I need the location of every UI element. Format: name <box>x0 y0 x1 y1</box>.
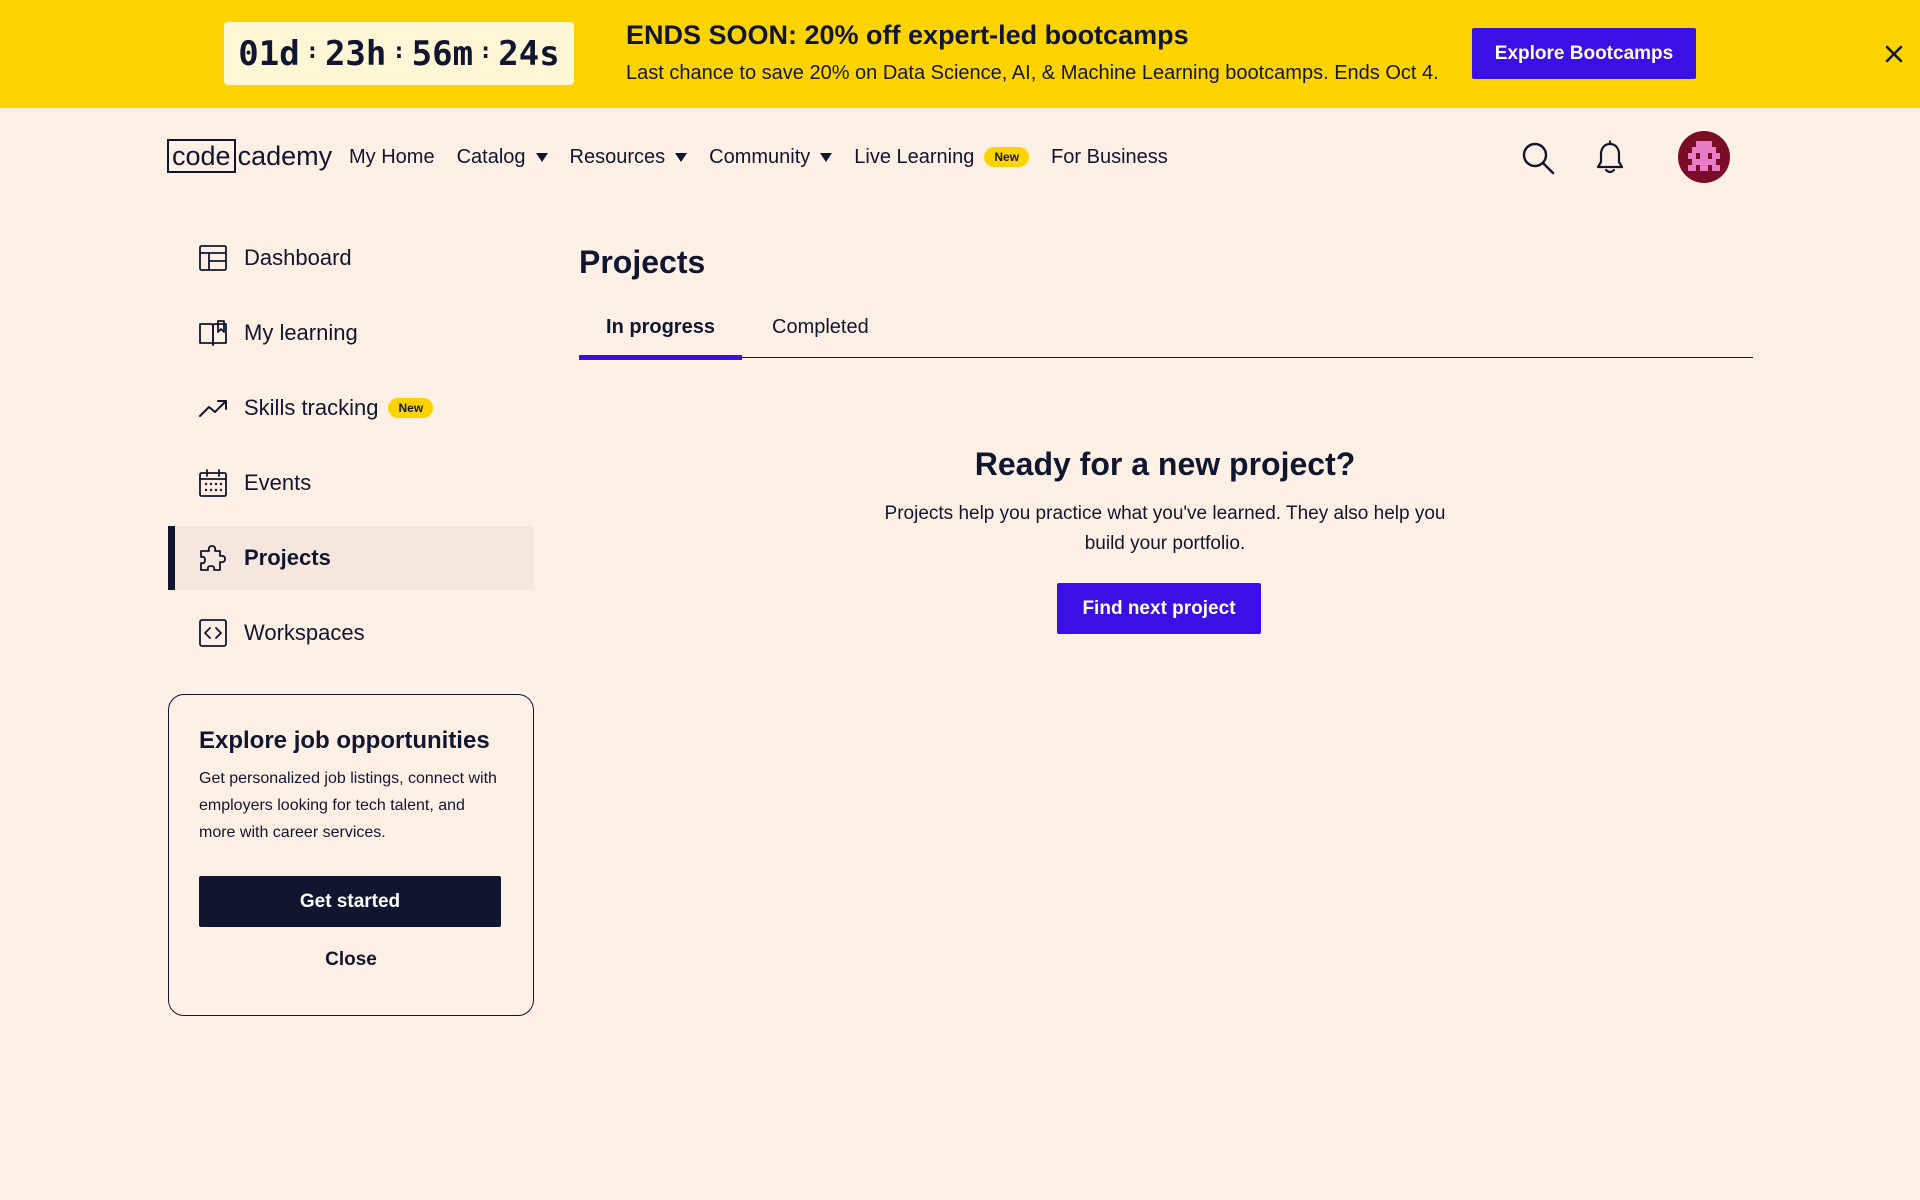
banner-subtitle: Last chance to save 20% on Data Science,… <box>626 62 1439 84</box>
sidebar-item-label: Projects <box>244 545 331 570</box>
sidebar-item-my-learning[interactable]: My learning <box>168 301 534 365</box>
pixel-avatar-icon <box>1688 141 1720 171</box>
caret-down-icon <box>820 152 833 162</box>
dashboard-icon <box>199 245 227 271</box>
page-title: Projects <box>579 244 706 280</box>
trending-up-icon <box>199 400 227 417</box>
puzzle-icon <box>200 545 226 571</box>
countdown-hours: 23h <box>324 33 387 74</box>
job-card-close-button[interactable]: Close <box>199 949 503 971</box>
sidebar: Dashboard My learning Skills tracking Ne… <box>168 226 534 676</box>
get-started-button[interactable]: Get started <box>199 876 501 927</box>
empty-state-title: Ready for a new project? <box>974 446 1356 482</box>
sidebar-item-events[interactable]: Events <box>168 451 534 515</box>
nav-label: My Home <box>349 145 435 168</box>
nav-label: Catalog <box>456 145 526 168</box>
sidebar-item-projects[interactable]: Projects <box>168 526 534 590</box>
nav-my-home[interactable]: My Home <box>349 146 435 169</box>
empty-state: Ready for a new project? Projects help y… <box>870 446 1460 634</box>
close-icon[interactable] <box>1880 40 1908 68</box>
countdown-days: 01d <box>238 33 300 74</box>
bell-icon[interactable] <box>1594 140 1626 176</box>
countdown-minutes: 56m <box>411 33 474 74</box>
job-card-title: Explore job opportunities <box>199 727 490 754</box>
nav-for-business[interactable]: For Business <box>1051 146 1168 169</box>
sidebar-item-dashboard[interactable]: Dashboard <box>168 226 534 290</box>
code-icon <box>199 619 227 647</box>
nav-label: Resources <box>569 145 666 168</box>
main-nav: My Home Catalog Resources Community Live… <box>349 140 1190 174</box>
logo-boxed-text: code <box>167 139 236 173</box>
nav-label: Live Learning <box>854 145 975 168</box>
job-opportunities-card: Explore job opportunities Get personaliz… <box>168 694 534 1016</box>
caret-down-icon <box>535 152 548 162</box>
sidebar-item-skills-tracking[interactable]: Skills tracking New <box>168 376 534 440</box>
sidebar-item-label: My learning <box>244 320 358 345</box>
nav-community[interactable]: Community <box>709 145 833 169</box>
codecademy-logo[interactable]: code cademy <box>167 138 332 174</box>
countdown-separator: : <box>479 39 493 64</box>
nav-resources[interactable]: Resources <box>570 146 688 169</box>
banner-title: ENDS SOON: 20% off expert-led bootcamps <box>626 20 1189 50</box>
search-icon[interactable] <box>1520 140 1556 176</box>
job-card-body: Get personalized job listings, connect w… <box>199 770 497 841</box>
new-badge: New <box>984 147 1030 167</box>
nav-label: Community <box>709 145 811 168</box>
countdown-separator: : <box>305 39 319 64</box>
sidebar-item-label: Skills tracking <box>244 395 379 420</box>
countdown-separator: : <box>392 39 406 64</box>
new-badge: New <box>388 398 434 418</box>
book-icon <box>199 320 227 346</box>
countdown-seconds: 24s <box>498 33 560 74</box>
promo-banner: 01d : 23h : 56m : 24s ENDS SOON: 20% off… <box>0 0 1920 108</box>
caret-down-icon <box>675 152 688 162</box>
nav-live-learning[interactable]: Live Learning New <box>854 145 1030 169</box>
nav-catalog[interactable]: Catalog <box>457 146 548 169</box>
countdown-timer: 01d : 23h : 56m : 24s <box>224 22 574 85</box>
tab-in-progress[interactable]: In progress <box>579 306 742 360</box>
sidebar-item-label: Events <box>244 470 312 495</box>
empty-state-body: Projects help you practice what you've l… <box>884 503 1446 554</box>
find-next-project-button[interactable]: Find next project <box>1057 583 1261 634</box>
sidebar-item-label: Dashboard <box>244 245 352 270</box>
sidebar-item-label: Workspaces <box>244 620 365 645</box>
explore-bootcamps-button[interactable]: Explore Bootcamps <box>1472 28 1696 79</box>
project-tabs: In progress Completed <box>579 306 1753 360</box>
tab-completed[interactable]: Completed <box>772 306 869 358</box>
sidebar-item-workspaces[interactable]: Workspaces <box>168 601 534 665</box>
calendar-icon <box>199 469 227 497</box>
logo-rest-text: cademy <box>237 140 333 171</box>
nav-label: For Business <box>1051 145 1168 168</box>
avatar[interactable] <box>1678 131 1730 183</box>
